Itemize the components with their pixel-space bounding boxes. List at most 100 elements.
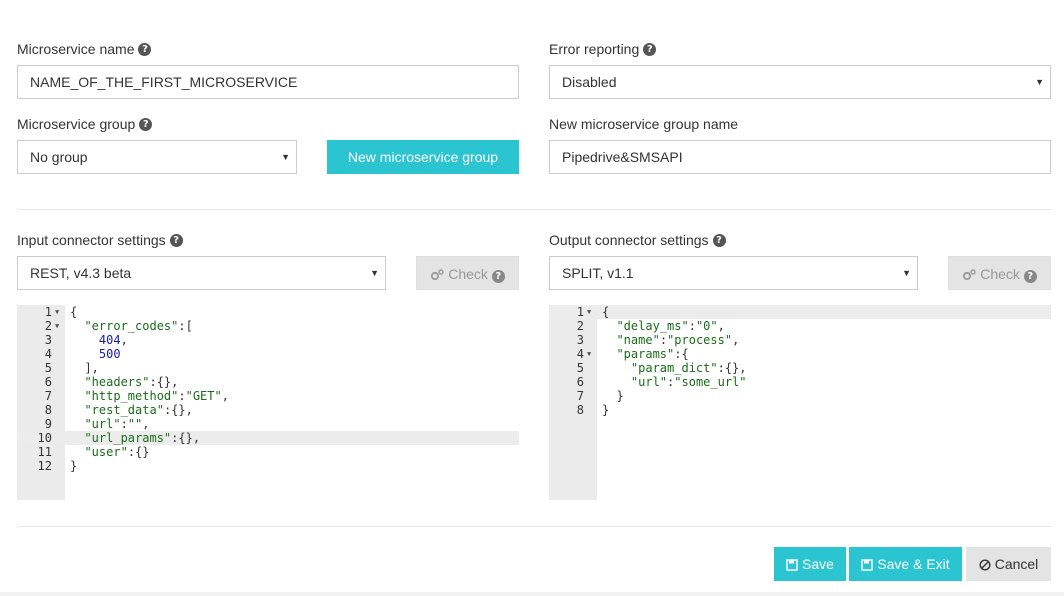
code-line[interactable]: 1 ▼ { <box>17 305 519 319</box>
ban-icon <box>979 559 991 571</box>
line-number: 5 <box>44 361 52 375</box>
fold-arrow-icon[interactable]: ▼ <box>55 305 59 319</box>
code-line[interactable]: 6 "url":"some_url" <box>549 375 1051 389</box>
help-icon[interactable]: ? <box>643 42 657 56</box>
code-line[interactable]: 5 "param_dict":{}, <box>549 361 1051 375</box>
code-text: } <box>70 459 78 473</box>
code-line[interactable]: 4 500 <box>17 347 519 361</box>
floppy-icon <box>861 559 874 571</box>
code-text: } <box>602 403 610 417</box>
line-number: 5 <box>576 361 584 375</box>
code-text: "error_codes":[ <box>84 319 193 333</box>
error-reporting-select[interactable]: Disabled ▼ <box>549 65 1051 99</box>
code-text: "url":"some_url" <box>630 375 747 389</box>
caret-down-icon: ▼ <box>1035 77 1044 87</box>
output-connector-select[interactable]: SPLIT, v1.1 ▼ <box>549 256 918 290</box>
line-number: 2 <box>44 319 52 333</box>
code-text: 500 <box>98 347 121 361</box>
code-line[interactable]: 2 "delay_ms":"0", <box>549 319 1051 333</box>
line-number: 1 <box>44 305 52 319</box>
code-text: "http_method":"GET", <box>84 389 229 403</box>
code-text: "params":{ <box>616 347 689 361</box>
line-number: 3 <box>576 333 584 347</box>
code-line[interactable]: 3 404, <box>17 333 519 347</box>
line-number: 6 <box>44 375 52 389</box>
help-icon[interactable]: ? <box>138 42 152 56</box>
code-line[interactable]: 1 ▼ { <box>549 305 1051 319</box>
code-line[interactable]: 8} <box>549 403 1051 417</box>
code-text: "name":"process", <box>616 333 740 347</box>
code-text: "url":"", <box>84 417 150 431</box>
line-number: 4 <box>44 347 52 361</box>
line-number: 7 <box>44 389 52 403</box>
caret-down-icon: ▼ <box>281 152 290 162</box>
line-number: 8 <box>44 403 52 417</box>
save-button[interactable]: Save <box>774 547 846 581</box>
code-text: } <box>602 389 624 403</box>
code-text: 404, <box>98 333 128 347</box>
code-text: { <box>70 305 78 319</box>
line-number: 3 <box>44 333 52 347</box>
line-number: 11 <box>37 445 52 459</box>
input-code-editor[interactable]: 1 ▼{2 ▼ "error_codes":[3 404, 4 500 5 ], 6 "h… <box>17 305 519 500</box>
microservice-name-label: Microservice name ? <box>17 41 152 57</box>
new-microservice-group-button[interactable]: New microservice group <box>327 140 519 174</box>
code-line[interactable]: 3 "name":"process", <box>549 333 1051 347</box>
page-bottom-edge <box>0 592 1064 596</box>
error-reporting-label: Error reporting ? <box>549 41 657 57</box>
input-check-button[interactable]: Check ? <box>416 256 519 290</box>
line-number: 2 <box>576 319 584 333</box>
new-group-name-label: New microservice group name <box>549 116 739 132</box>
help-icon: ? <box>491 270 505 283</box>
code-line[interactable]: 7 } <box>549 389 1051 403</box>
help-icon[interactable]: ? <box>169 233 183 247</box>
code-text: "headers":{}, <box>84 375 179 389</box>
microservice-group-label: Microservice group ? <box>17 116 153 132</box>
cancel-button[interactable]: Cancel <box>966 547 1051 581</box>
code-line[interactable]: 5 ], <box>17 361 519 375</box>
floppy-icon <box>786 559 798 571</box>
input-connector-label: Input connector settings ? <box>17 232 183 248</box>
microservice-group-select[interactable]: No group ▼ <box>17 140 297 174</box>
help-icon: ? <box>1023 270 1037 283</box>
code-text: "user":{} <box>84 445 150 459</box>
code-text: "rest_data":{}, <box>84 403 193 417</box>
fold-arrow-icon[interactable]: ▼ <box>55 319 59 333</box>
line-number: 8 <box>576 403 584 417</box>
code-line[interactable]: 8 "rest_data":{}, <box>17 403 519 417</box>
divider <box>17 209 1051 210</box>
code-text: { <box>602 305 610 319</box>
save-exit-button[interactable]: Save & Exit <box>849 547 962 581</box>
code-line[interactable]: 4 ▼ "params":{ <box>549 347 1051 361</box>
line-number: 1 <box>576 305 584 319</box>
line-number: 12 <box>37 459 52 473</box>
code-line[interactable]: 7 "http_method":"GET", <box>17 389 519 403</box>
fold-arrow-icon[interactable]: ▼ <box>587 305 591 319</box>
code-text: ], <box>70 361 99 375</box>
caret-down-icon: ▼ <box>370 268 379 278</box>
help-icon[interactable]: ? <box>712 233 726 247</box>
input-connector-select[interactable]: REST, v4.3 beta ▼ <box>17 256 386 290</box>
line-number: 7 <box>576 389 584 403</box>
code-text: "delay_ms":"0", <box>616 319 725 333</box>
line-number: 6 <box>576 375 584 389</box>
code-line[interactable]: 12} <box>17 459 519 473</box>
gears-icon <box>963 269 976 281</box>
help-icon[interactable]: ? <box>139 117 153 131</box>
microservice-name-input[interactable]: NAME_OF_THE_FIRST_MICROSERVICE <box>17 65 519 99</box>
code-line[interactable]: 2 ▼ "error_codes":[ <box>17 319 519 333</box>
code-line[interactable]: 6 "headers":{}, <box>17 375 519 389</box>
output-code-editor[interactable]: 1 ▼{2 "delay_ms":"0", 3 "name":"process", 4… <box>549 305 1051 500</box>
code-line[interactable]: 10 "url_params":{}, <box>17 431 519 445</box>
divider <box>17 526 1051 527</box>
new-group-name-input[interactable]: Pipedrive&SMSAPI <box>549 140 1051 174</box>
line-number: 4 <box>576 347 584 361</box>
code-text: "url_params":{}, <box>84 431 201 445</box>
gears-icon <box>431 269 444 281</box>
code-line[interactable]: 11 "user":{} <box>17 445 519 459</box>
code-line[interactable]: 9 "url":"", <box>17 417 519 431</box>
output-connector-label: Output connector settings ? <box>549 232 726 248</box>
output-check-button[interactable]: Check ? <box>948 256 1051 290</box>
fold-arrow-icon[interactable]: ▼ <box>587 347 591 361</box>
code-text: "param_dict":{}, <box>630 361 747 375</box>
